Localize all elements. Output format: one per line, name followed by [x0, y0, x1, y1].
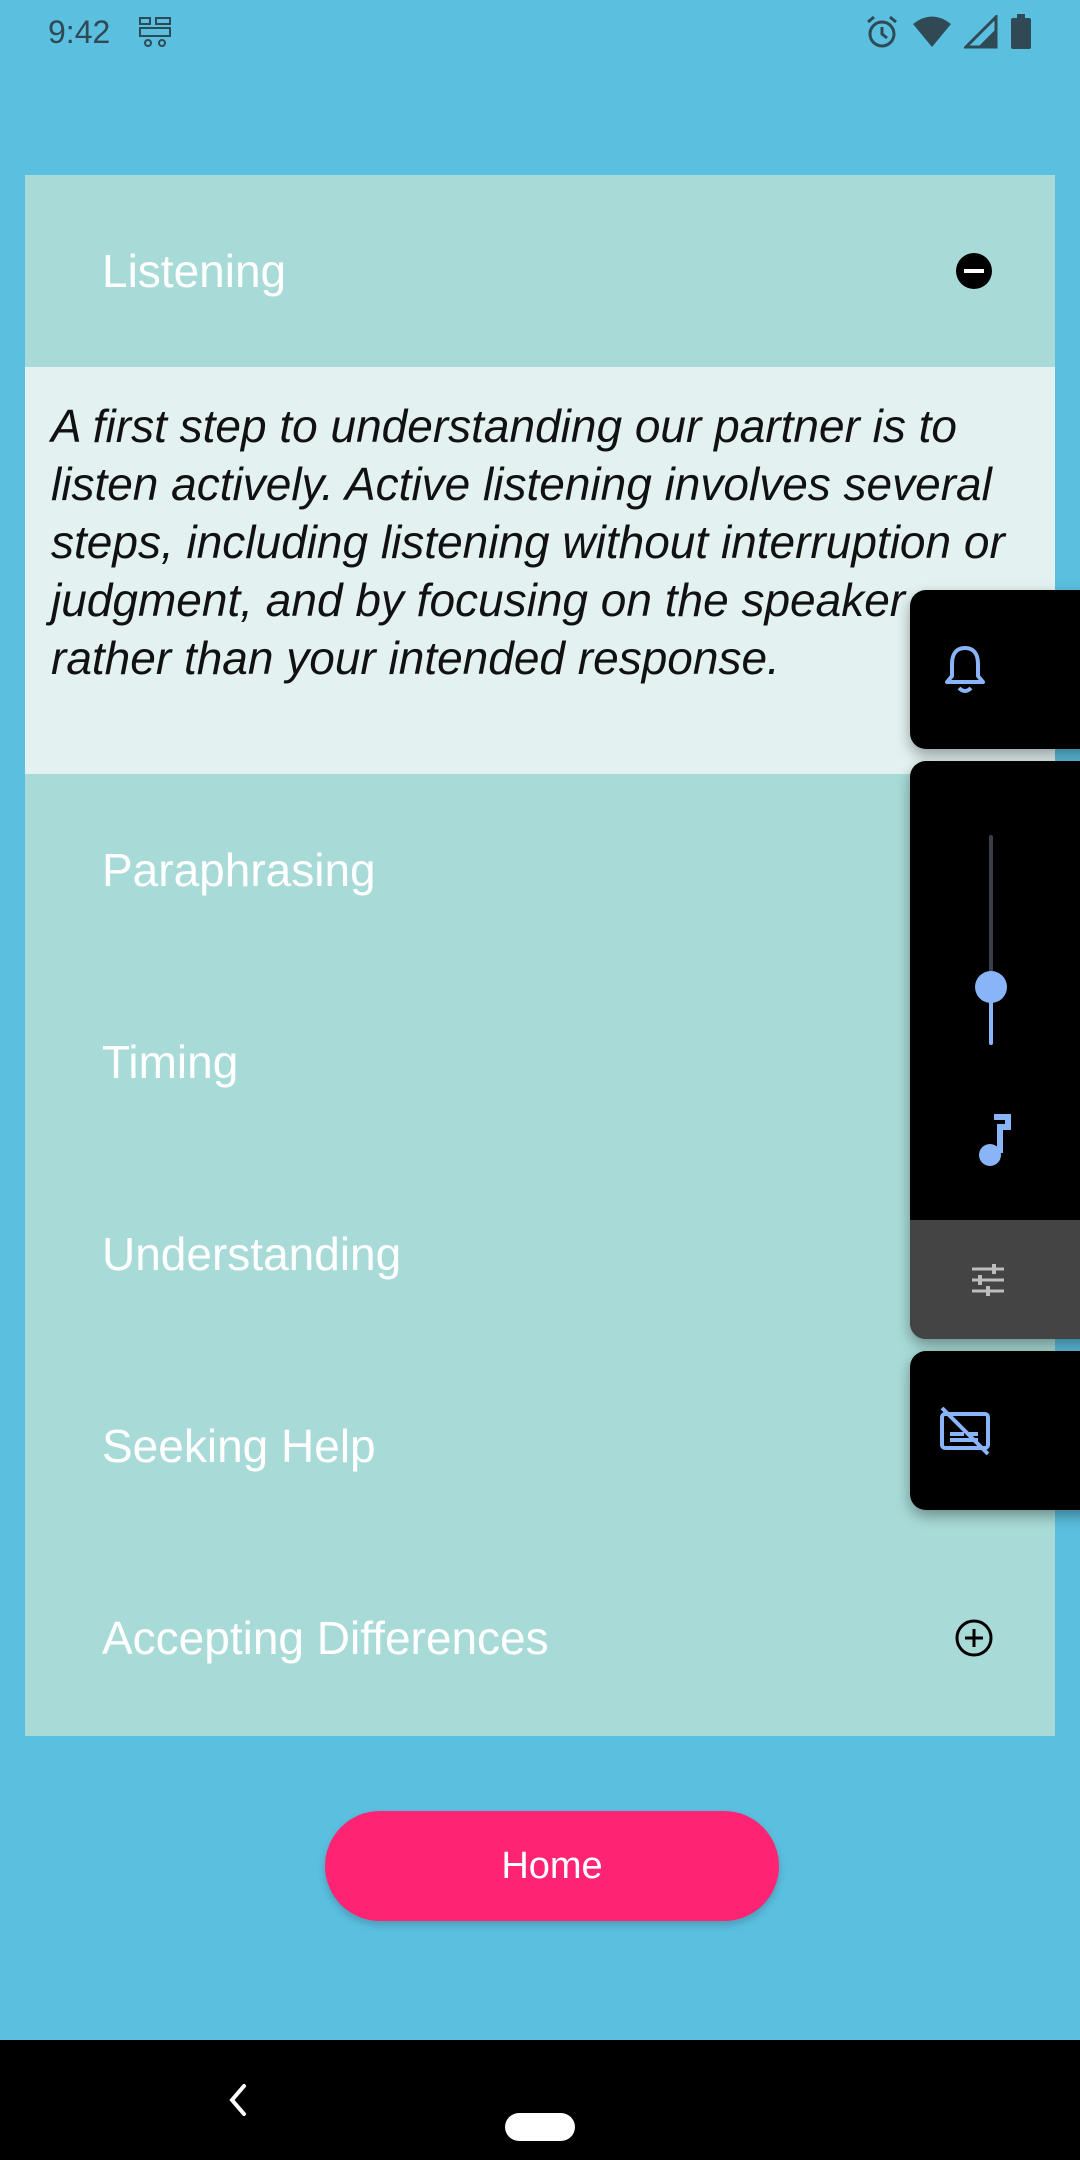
signal-icon	[964, 15, 998, 49]
wifi-icon	[913, 16, 951, 47]
accordion: Listening A first step to understanding …	[25, 175, 1055, 1736]
captions-off-icon	[940, 1406, 990, 1455]
ringer-mode-button[interactable]	[910, 590, 1080, 749]
minus-circle-icon[interactable]	[954, 251, 994, 291]
bell-icon	[945, 645, 985, 693]
music-note-icon[interactable]	[970, 1113, 1014, 1169]
battery-icon	[1011, 14, 1031, 49]
accordion-header-timing[interactable]: Timing	[25, 966, 1055, 1158]
status-right	[864, 14, 1032, 50]
status-time: 9:42	[48, 13, 111, 50]
accordion-title: Understanding	[102, 1228, 402, 1280]
accordion-title: Listening	[102, 245, 287, 297]
home-button[interactable]: Home	[325, 1811, 779, 1921]
notification-icon	[139, 17, 172, 47]
accordion-title: Seeking Help	[102, 1420, 376, 1472]
accordion-header-paraphrasing[interactable]: Paraphrasing	[25, 774, 1055, 966]
accordion-header-accepting-differences[interactable]: Accepting Differences	[25, 1542, 1055, 1734]
status-bar: 9:42	[0, 0, 1080, 64]
plus-circle-icon[interactable]	[954, 1618, 994, 1658]
home-pill[interactable]	[505, 2113, 575, 2141]
accordion-title: Paraphrasing	[102, 844, 376, 896]
status-left: 9:42	[48, 14, 176, 51]
accordion-title: Timing	[102, 1036, 239, 1088]
accordion-title: Accepting Differences	[102, 1612, 549, 1664]
accordion-header-understanding[interactable]: Understanding	[25, 1158, 1055, 1350]
volume-settings-button[interactable]	[910, 1220, 1080, 1339]
equalizer-icon	[972, 1263, 1004, 1296]
back-icon[interactable]	[222, 2080, 252, 2120]
volume-slider-thumb[interactable]	[975, 971, 1007, 1003]
alarm-icon	[867, 15, 897, 48]
navigation-bar	[0, 2040, 1080, 2160]
live-caption-button[interactable]	[910, 1351, 1080, 1510]
accordion-header-seeking-help[interactable]: Seeking Help	[25, 1350, 1055, 1542]
accordion-header-listening[interactable]: Listening	[25, 175, 1055, 367]
media-volume-panel	[910, 761, 1080, 1339]
accordion-body-text: A first step to understanding our partne…	[25, 367, 1055, 774]
